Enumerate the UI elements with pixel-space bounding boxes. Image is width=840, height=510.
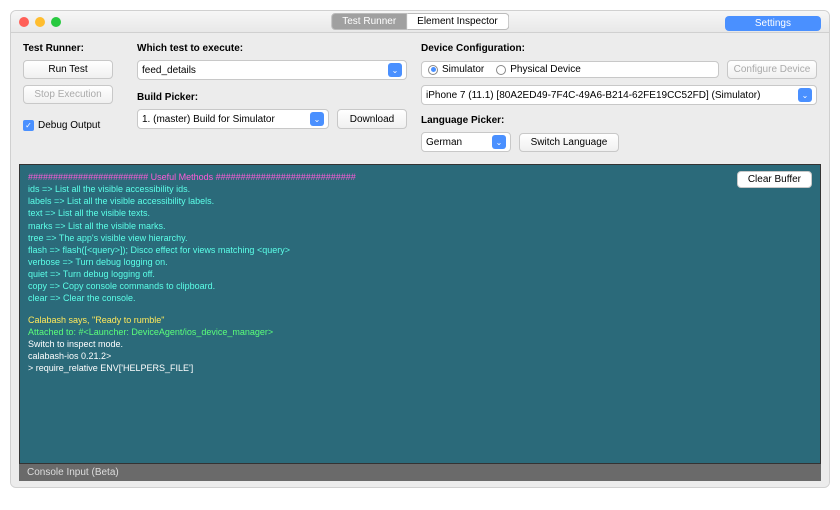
- console-input[interactable]: Console Input (Beta): [19, 464, 821, 481]
- switch-language-button[interactable]: Switch Language: [519, 133, 619, 152]
- console-prompt: calabash-ios 0.21.2>: [28, 350, 812, 362]
- which-test-select[interactable]: feed_details ⌄: [137, 60, 407, 80]
- console-line: Calabash says, "Ready to rumble": [28, 314, 812, 326]
- run-test-button[interactable]: Run Test: [23, 60, 113, 79]
- build-picker-value: 1. (master) Build for Simulator: [142, 114, 275, 125]
- console-output: Clear Buffer ######################## Us…: [19, 164, 821, 464]
- console-line: verbose => Turn debug logging on.: [28, 256, 812, 268]
- settings-button[interactable]: Settings: [725, 16, 821, 31]
- device-type-radio-group: Simulator Physical Device: [421, 61, 719, 78]
- maximize-icon[interactable]: [51, 17, 61, 27]
- minimize-icon[interactable]: [35, 17, 45, 27]
- language-select[interactable]: German ⌄: [421, 132, 511, 152]
- tab-switcher: Test Runner Element Inspector: [331, 13, 509, 30]
- chevron-down-icon: ⌄: [492, 135, 506, 149]
- radio-physical[interactable]: [496, 65, 506, 75]
- configure-device-button[interactable]: Configure Device: [727, 60, 817, 79]
- tab-element-inspector[interactable]: Element Inspector: [407, 13, 509, 30]
- checkbox-checked-icon: ✓: [23, 120, 34, 131]
- tab-test-runner[interactable]: Test Runner: [331, 13, 407, 30]
- device-column: Device Configuration: Simulator Physical…: [421, 43, 817, 152]
- build-picker-label: Build Picker:: [137, 92, 407, 103]
- console-line: marks => List all the visible marks.: [28, 220, 812, 232]
- download-button[interactable]: Download: [337, 109, 407, 129]
- radio-simulator[interactable]: [428, 65, 438, 75]
- titlebar: Test Runner Element Inspector Settings: [11, 11, 829, 33]
- language-picker-label: Language Picker:: [421, 115, 817, 126]
- console-line: ids => List all the visible accessibilit…: [28, 183, 812, 195]
- runner-column: Test Runner: Run Test Stop Execution ✓ D…: [23, 43, 123, 152]
- physical-label: Physical Device: [510, 64, 581, 75]
- stop-execution-button[interactable]: Stop Execution: [23, 85, 113, 104]
- console-area: Clear Buffer ######################## Us…: [11, 164, 829, 487]
- console-line: ######################## Useful Methods …: [28, 171, 812, 183]
- console-line: quiet => Turn debug logging off.: [28, 268, 812, 280]
- debug-output-label: Debug Output: [38, 120, 100, 131]
- device-select[interactable]: iPhone 7 (11.1) [80A2ED49-7F4C-49A6-B214…: [421, 85, 817, 105]
- chevron-down-icon: ⌄: [310, 112, 324, 126]
- console-line: labels => List all the visible accessibi…: [28, 195, 812, 207]
- language-value: German: [426, 137, 462, 148]
- chevron-down-icon: ⌄: [798, 88, 812, 102]
- console-line: Switch to inspect mode.: [28, 338, 812, 350]
- build-picker-select[interactable]: 1. (master) Build for Simulator ⌄: [137, 109, 329, 129]
- runner-header: Test Runner:: [23, 43, 123, 54]
- traffic-lights: [19, 17, 61, 27]
- console-command: > require_relative ENV['HELPERS_FILE']: [28, 362, 812, 374]
- console-line: tree => The app's visible view hierarchy…: [28, 232, 812, 244]
- console-line: copy => Copy console commands to clipboa…: [28, 280, 812, 292]
- device-config-label: Device Configuration:: [421, 43, 817, 54]
- which-test-label: Which test to execute:: [137, 43, 407, 54]
- device-select-value: iPhone 7 (11.1) [80A2ED49-7F4C-49A6-B214…: [426, 90, 760, 101]
- app-window: Test Runner Element Inspector Settings T…: [10, 10, 830, 488]
- simulator-label: Simulator: [442, 64, 484, 75]
- debug-output-row[interactable]: ✓ Debug Output: [23, 120, 123, 131]
- test-column: Which test to execute: feed_details ⌄ Bu…: [137, 43, 407, 152]
- close-icon[interactable]: [19, 17, 29, 27]
- console-line: clear => Clear the console.: [28, 292, 812, 304]
- console-line: Attached to: #<Launcher: DeviceAgent/ios…: [28, 326, 812, 338]
- console-line: flash => flash([<query>]); Disco effect …: [28, 244, 812, 256]
- clear-buffer-button[interactable]: Clear Buffer: [737, 171, 812, 188]
- config-panel: Test Runner: Run Test Stop Execution ✓ D…: [11, 33, 829, 164]
- console-line: text => List all the visible texts.: [28, 207, 812, 219]
- which-test-value: feed_details: [142, 65, 196, 76]
- chevron-down-icon: ⌄: [388, 63, 402, 77]
